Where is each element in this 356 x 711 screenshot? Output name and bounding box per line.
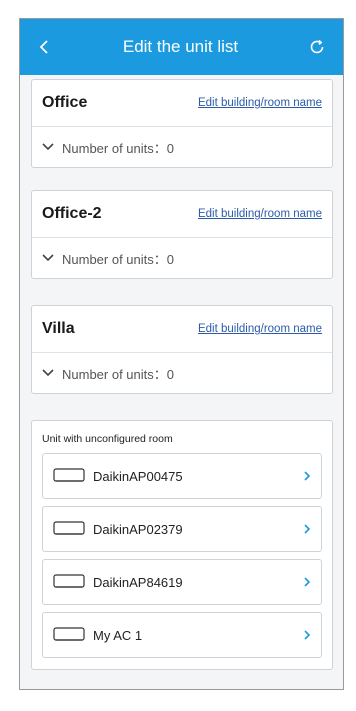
edit-room-name-link[interactable]: Edit building/room name [198,323,322,335]
room-card-office: Office Edit building/room name Number of… [31,79,333,168]
unit-item[interactable]: DaikinAP00475 [42,453,322,499]
section-title: Unit with unconfigured room [42,433,173,445]
room-list: Office Edit building/room name Number of… [20,75,343,670]
app-screen: Edit the unit list Office Edit building/… [19,18,344,690]
units-toggle[interactable]: Number of units：0 [32,127,332,167]
edit-room-name-link[interactable]: Edit building/room name [198,208,322,220]
room-card-office-2: Office-2 Edit building/room name Number … [31,190,333,279]
unit-item[interactable]: DaikinAP84619 [42,559,322,605]
air-conditioner-icon [53,521,85,537]
units-count-label: Number of units：0 [62,140,174,156]
air-conditioner-icon [53,627,85,643]
page-title: Edit the unit list [122,37,239,56]
unit-item[interactable]: DaikinAP02379 [42,506,322,552]
chevron-down-icon [42,254,54,262]
chevron-down-icon [42,143,54,151]
unit-item[interactable]: My AC 1 [42,612,322,658]
room-name: Villa [42,320,75,337]
chevron-right-icon [303,470,311,482]
air-conditioner-icon [53,468,85,484]
unit-name: My AC 1 [93,627,143,643]
units-count-label: Number of units：0 [62,366,174,382]
unit-name: DaikinAP00475 [93,468,183,484]
units-count-label: Number of units：0 [62,251,174,267]
unit-name: DaikinAP02379 [93,521,183,537]
app-header: Edit the unit list [20,19,343,75]
back-arrow-icon[interactable] [32,35,56,59]
units-toggle[interactable]: Number of units：0 [32,238,332,278]
edit-room-name-link[interactable]: Edit building/room name [198,97,322,109]
unconfigured-units-section: Unit with unconfigured room DaikinAP0047… [31,420,333,670]
room-name: Office-2 [42,205,102,222]
refresh-icon[interactable] [305,35,329,59]
room-name: Office [42,94,88,111]
chevron-right-icon [303,629,311,641]
unit-name: DaikinAP84619 [93,574,183,590]
chevron-down-icon [42,369,54,377]
chevron-right-icon [303,576,311,588]
air-conditioner-icon [53,574,85,590]
chevron-right-icon [303,523,311,535]
units-toggle[interactable]: Number of units：0 [32,353,332,393]
room-card-villa: Villa Edit building/room name Number of … [31,305,333,394]
